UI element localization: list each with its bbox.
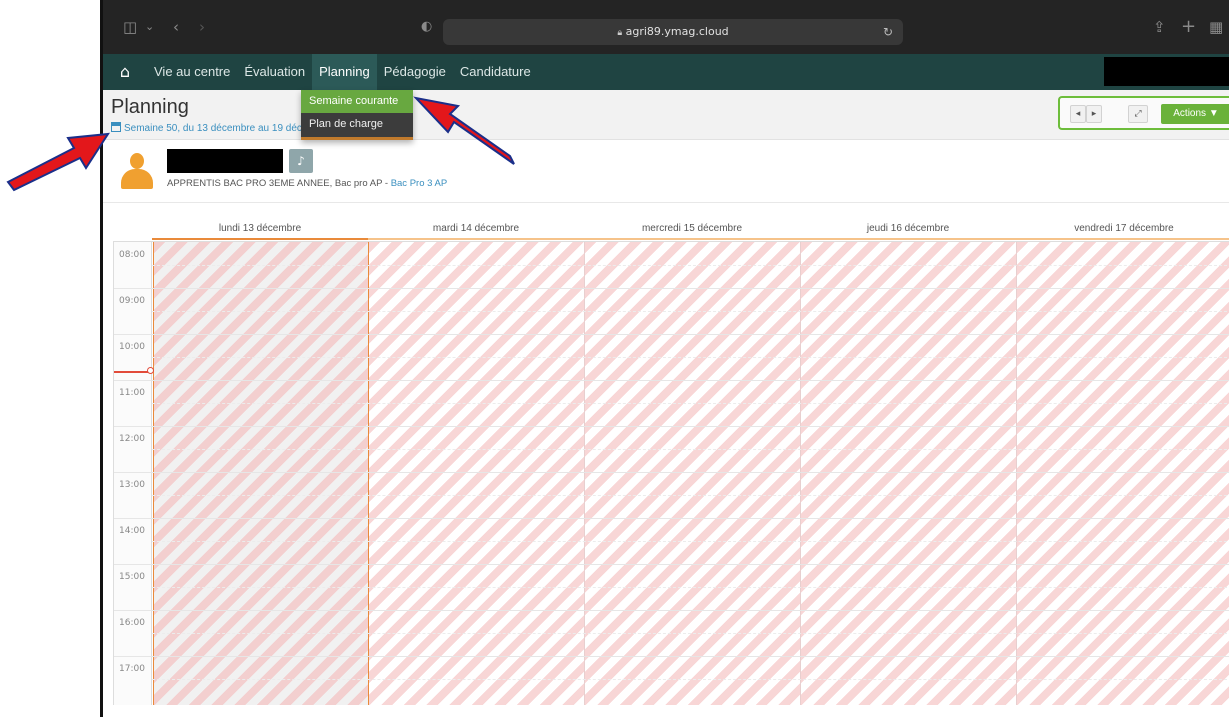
screenshot-frame: ◫ ⌄ ‹ › ◐ 🔒︎ agri89.ymag.cloud ↻ ⇪ + ▦ ⌂… [100, 0, 1229, 717]
learner-header: ♪ APPRENTIS BAC PRO 3EME ANNEE, Bac pro … [103, 141, 1229, 203]
forward-icon[interactable]: › [199, 0, 205, 54]
sidebar-toggle-icon[interactable]: ◫ [123, 0, 137, 54]
shield-icon[interactable]: ◐ [421, 0, 432, 54]
bell-icon[interactable]: ♪ [289, 149, 313, 173]
nav-item-pedagogie[interactable]: Pédagogie [377, 54, 453, 90]
time-label: 15:00 [119, 572, 145, 582]
time-label: 08:00 [119, 250, 145, 260]
nav-item-evaluation[interactable]: Évaluation [237, 54, 312, 90]
nav-item-planning[interactable]: Planning [312, 54, 377, 90]
lock-icon: 🔒︎ [617, 28, 623, 38]
day-header-vendredi: vendredi 17 décembre [1016, 218, 1229, 240]
nav-item-vie-au-centre[interactable]: Vie au centre [147, 54, 237, 90]
fullscreen-button[interactable]: ⤢ [1128, 105, 1148, 123]
dropdown-item-semaine-courante[interactable]: Semaine courante [301, 90, 413, 113]
dropdown-item-plan-de-charge[interactable]: Plan de charge [301, 113, 413, 136]
time-label: 11:00 [119, 388, 145, 398]
time-label: 14:00 [119, 526, 145, 536]
time-label: 16:00 [119, 618, 145, 628]
learner-info: APPRENTIS BAC PRO 3EME ANNEE, Bac pro AP… [167, 178, 447, 189]
app-navbar: ⌂ Vie au centre Évaluation Planning Péda… [103, 54, 1229, 90]
current-time-marker [147, 367, 154, 374]
planning-dropdown: Semaine courante Plan de charge [301, 90, 413, 140]
time-label: 10:00 [119, 342, 145, 352]
learner-class: APPRENTIS BAC PRO 3EME ANNEE, Bac pro AP… [167, 178, 391, 189]
browser-toolbar: ◫ ⌄ ‹ › ◐ 🔒︎ agri89.ymag.cloud ↻ ⇪ + ▦ [103, 0, 1229, 54]
day-header-lundi: lundi 13 décembre [152, 218, 368, 240]
week-range[interactable]: Semaine 50, du 13 décembre au 19 déc [111, 122, 302, 134]
url-text: agri89.ymag.cloud [625, 25, 729, 38]
annotation-arrow-left [4, 128, 114, 192]
time-label: 12:00 [119, 434, 145, 444]
week-range-text: Semaine 50, du 13 décembre au 19 déc [124, 123, 302, 134]
nav-menu: Vie au centre Évaluation Planning Pédago… [147, 54, 538, 90]
next-week-button[interactable]: ▸ [1086, 105, 1102, 123]
page-title: Planning [111, 96, 189, 118]
tab-overview-icon[interactable]: ▦ [1209, 0, 1223, 54]
learner-group-link[interactable]: Bac Pro 3 AP [391, 178, 448, 189]
nav-item-candidature[interactable]: Candidature [453, 54, 538, 90]
calendar-day-headers: lundi 13 décembre mardi 14 décembre merc… [103, 218, 1229, 240]
chevron-down-icon[interactable]: ⌄ [145, 0, 154, 54]
day-header-mercredi: mercredi 15 décembre [584, 218, 800, 240]
time-label: 09:00 [119, 296, 145, 306]
home-icon[interactable]: ⌂ [113, 54, 137, 90]
user-icon [121, 153, 153, 189]
calendar-grid: 08:00 09:00 10:00 11:00 12:00 13:00 14:0… [113, 241, 1229, 705]
current-time-indicator [114, 371, 150, 373]
annotation-arrow-right [410, 92, 520, 170]
share-icon[interactable]: ⇪ [1153, 0, 1166, 54]
redacted-learner-name [167, 149, 283, 173]
new-tab-icon[interactable]: + [1181, 0, 1196, 54]
planning-toolbar: ◂ ▸ ⤢ Actions ▼ [1058, 96, 1229, 130]
redacted-user-area [1104, 57, 1229, 86]
page-header: Planning Semaine 50, du 13 décembre au 1… [103, 90, 1229, 140]
day-header-jeudi: jeudi 16 décembre [800, 218, 1016, 240]
time-label: 17:00 [119, 664, 145, 674]
day-header-mardi: mardi 14 décembre [368, 218, 584, 240]
back-icon[interactable]: ‹ [173, 0, 179, 54]
previous-week-button[interactable]: ◂ [1070, 105, 1086, 123]
actions-button[interactable]: Actions ▼ [1161, 104, 1229, 124]
reload-icon[interactable]: ↻ [883, 19, 893, 45]
time-axis: 08:00 09:00 10:00 11:00 12:00 13:00 14:0… [114, 242, 152, 705]
address-bar[interactable]: 🔒︎ agri89.ymag.cloud ↻ [443, 19, 903, 45]
time-label: 13:00 [119, 480, 145, 490]
